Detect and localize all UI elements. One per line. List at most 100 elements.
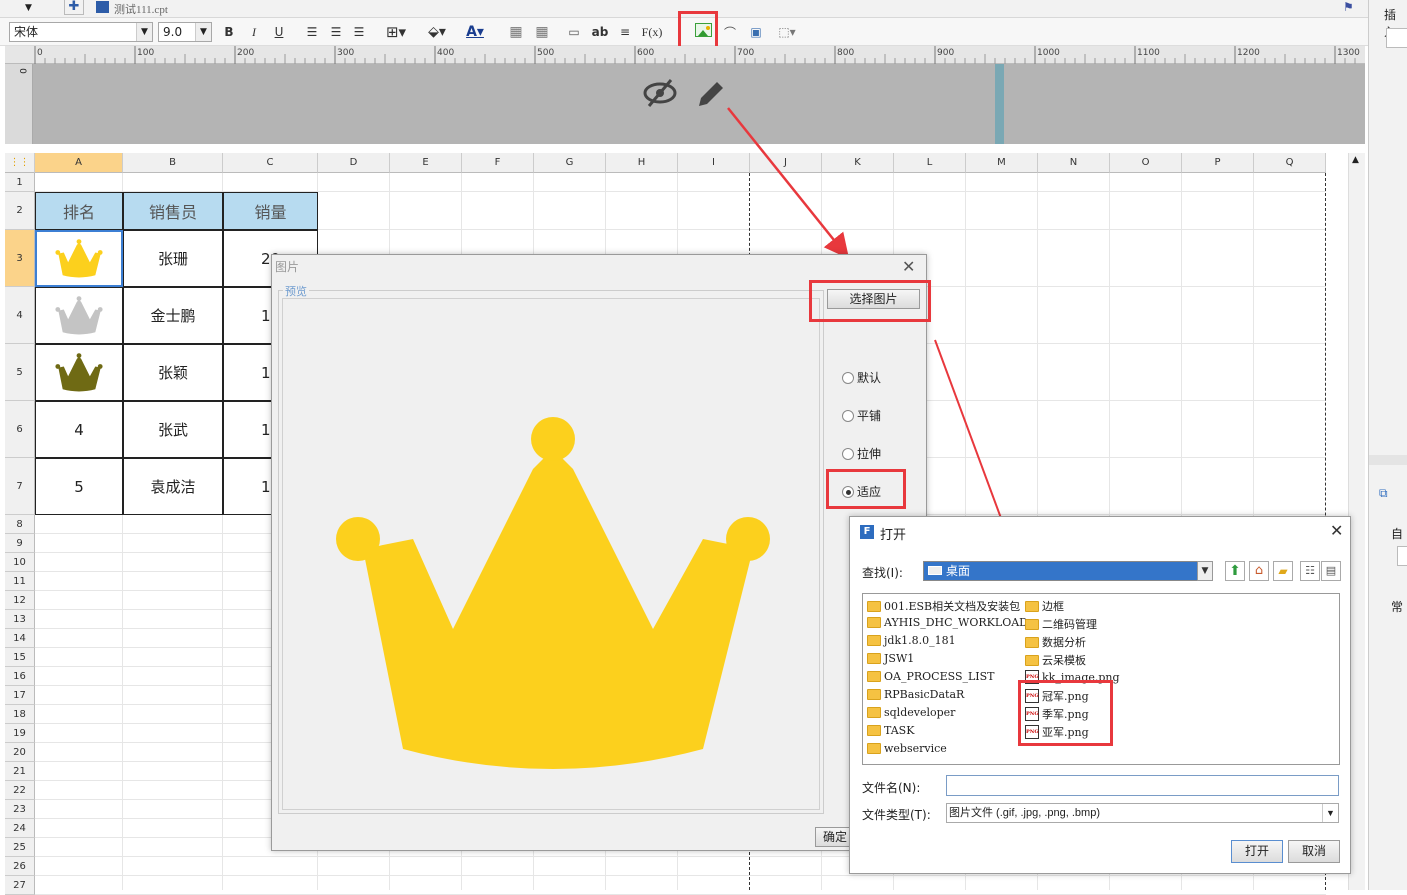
rank-crown-cell[interactable] xyxy=(35,230,123,287)
folder-item[interactable]: OA_PROCESS_LIST xyxy=(867,670,995,683)
details-view-icon[interactable]: ▤ xyxy=(1321,561,1341,581)
row-header[interactable]: 12 xyxy=(5,591,35,610)
pencil-icon[interactable] xyxy=(695,78,727,113)
salesperson-cell[interactable]: 张武 xyxy=(123,401,223,458)
column-header[interactable]: C xyxy=(223,153,318,173)
merge-cells-icon[interactable]: ▦ xyxy=(508,24,524,40)
row-header[interactable]: 22 xyxy=(5,781,35,800)
column-header[interactable]: D xyxy=(318,153,390,173)
row-header[interactable]: 26 xyxy=(5,857,35,876)
subreport-icon[interactable]: ▣ xyxy=(748,24,764,40)
column-header[interactable]: E xyxy=(390,153,462,173)
cancel-button[interactable]: 取消 xyxy=(1288,840,1340,863)
pin-icon[interactable]: ⚑ xyxy=(1343,0,1354,14)
fill-option-radio[interactable]: 平铺 xyxy=(842,407,881,424)
salesperson-cell[interactable]: 袁成洁 xyxy=(123,458,223,515)
column-header[interactable]: G xyxy=(534,153,606,173)
column-header[interactable]: H xyxy=(606,153,678,173)
lookin-select[interactable]: 桌面 ▼ xyxy=(923,561,1213,581)
home-icon[interactable]: ⌂ xyxy=(1249,561,1269,581)
row-header[interactable]: 16 xyxy=(5,667,35,686)
split-cells-icon[interactable]: ▦ xyxy=(534,24,550,40)
tab-file-name[interactable]: 测试111.cpt xyxy=(114,1,168,17)
column-header[interactable]: I xyxy=(678,153,750,173)
folder-item[interactable]: 云呆模板 xyxy=(1025,652,1086,668)
chevron-down-icon[interactable]: ▼ xyxy=(25,3,32,13)
row-header[interactable]: 18 xyxy=(5,705,35,724)
column-header[interactable]: Q xyxy=(1254,153,1326,173)
salesperson-cell[interactable]: 张珊 xyxy=(123,230,223,287)
rank-cell[interactable]: 5 xyxy=(35,458,123,515)
insert-field[interactable] xyxy=(1386,28,1407,48)
fill-option-radio[interactable]: 拉伸 xyxy=(842,445,881,462)
folder-item[interactable]: jdk1.8.0_181 xyxy=(867,634,956,647)
row-header[interactable]: 15 xyxy=(5,648,35,667)
folder-item[interactable]: TASK xyxy=(867,724,914,737)
column-header[interactable]: B xyxy=(123,153,223,173)
row-header[interactable]: 21 xyxy=(5,762,35,781)
filename-input[interactable] xyxy=(946,775,1339,796)
chart-icon[interactable]: ⌒ xyxy=(722,24,738,40)
column-header[interactable]: K xyxy=(822,153,894,173)
row-header[interactable]: 3 xyxy=(5,230,35,287)
row-header[interactable]: 23 xyxy=(5,800,35,819)
filetype-select[interactable]: 图片文件 (.gif, .jpg, .png, .bmp) ▼ xyxy=(946,803,1339,823)
up-folder-icon[interactable]: ⬆ xyxy=(1225,561,1245,581)
header-salesperson[interactable]: 销售员 xyxy=(123,192,223,230)
row-header[interactable]: 25 xyxy=(5,838,35,857)
column-header[interactable]: L xyxy=(894,153,966,173)
underline-button[interactable]: U xyxy=(272,24,286,40)
scroll-up-icon[interactable]: ▲ xyxy=(1352,155,1359,165)
row-header[interactable]: 14 xyxy=(5,629,35,648)
header-rank[interactable]: 排名 xyxy=(35,192,123,230)
column-header[interactable]: A xyxy=(35,153,123,173)
row-header[interactable]: 5 xyxy=(5,344,35,401)
formula-button[interactable]: F(x) xyxy=(641,24,663,40)
align-left-icon[interactable]: ☰ xyxy=(304,24,320,40)
column-header[interactable]: O xyxy=(1110,153,1182,173)
folder-item[interactable]: 边框 xyxy=(1025,598,1064,614)
column-header[interactable]: J xyxy=(750,153,822,173)
folder-item[interactable]: 二维码管理 xyxy=(1025,616,1097,632)
list-view-icon[interactable]: ☷ xyxy=(1300,561,1320,581)
select-all-corner[interactable]: ⋮⋮ xyxy=(5,153,35,173)
folder-item[interactable]: sqldeveloper xyxy=(867,706,955,719)
row-header[interactable]: 8 xyxy=(5,515,35,534)
header-sales[interactable]: 销量 xyxy=(223,192,318,230)
new-folder-icon[interactable]: ▰ xyxy=(1273,561,1293,581)
salesperson-cell[interactable]: 张颖 xyxy=(123,344,223,401)
row-header[interactable]: 7 xyxy=(5,458,35,515)
panel-tab-icon[interactable]: ⧉ xyxy=(1379,486,1388,501)
align-center-icon[interactable]: ☰ xyxy=(328,24,344,40)
salesperson-cell[interactable]: 金士鹏 xyxy=(123,287,223,344)
more-insert-icon[interactable]: ⬚▾ xyxy=(773,23,801,41)
font-color-icon[interactable]: A▾ xyxy=(460,23,490,41)
column-header[interactable]: M xyxy=(966,153,1038,173)
rank-cell[interactable]: 4 xyxy=(35,401,123,458)
line-icon[interactable]: ▭ xyxy=(566,24,582,40)
hide-eye-icon[interactable] xyxy=(643,78,677,116)
italic-button[interactable]: I xyxy=(247,24,261,40)
row-header[interactable]: 13 xyxy=(5,610,35,629)
folder-item[interactable]: 001.ESB相关文档及安装包 xyxy=(867,598,1020,614)
row-header[interactable]: 19 xyxy=(5,724,35,743)
close-icon[interactable]: ✕ xyxy=(1330,521,1343,540)
new-sheet-icon[interactable]: ✚ xyxy=(64,0,84,15)
folder-item[interactable]: webservice xyxy=(867,742,947,755)
fill-color-icon[interactable]: ⬙▾ xyxy=(422,23,452,41)
row-header[interactable]: 27 xyxy=(5,876,35,895)
rank-crown-cell[interactable] xyxy=(35,344,123,401)
row-header[interactable]: 4 xyxy=(5,287,35,344)
auto-field[interactable] xyxy=(1397,546,1407,566)
align-right-icon[interactable]: ☰ xyxy=(351,24,367,40)
folder-item[interactable]: 数据分析 xyxy=(1025,634,1086,650)
row-header[interactable]: 9 xyxy=(5,534,35,553)
close-icon[interactable]: ✕ xyxy=(902,257,915,276)
row-header[interactable]: 2 xyxy=(5,192,35,230)
rank-crown-cell[interactable] xyxy=(35,287,123,344)
row-header[interactable]: 20 xyxy=(5,743,35,762)
row-header[interactable]: 10 xyxy=(5,553,35,572)
folder-item[interactable]: RPBasicDataR xyxy=(867,688,964,701)
folder-item[interactable]: JSW1 xyxy=(867,652,914,665)
row-header[interactable]: 17 xyxy=(5,686,35,705)
